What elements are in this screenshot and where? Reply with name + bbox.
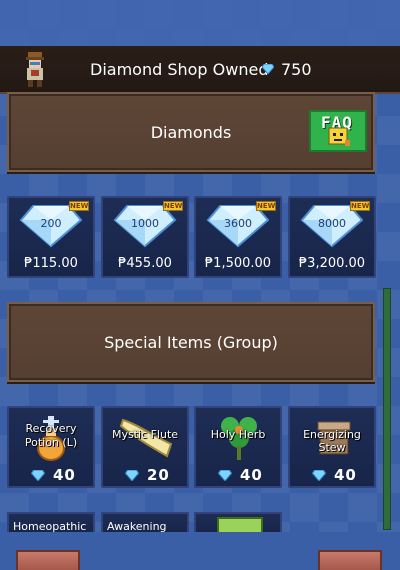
background-strip bbox=[0, 0, 400, 46]
scroll-item-icon bbox=[217, 517, 263, 532]
item-name: Mystic Flute bbox=[111, 428, 179, 441]
item-cost-value: 40 bbox=[334, 466, 357, 484]
item-name: Recovery Potion (L) bbox=[24, 422, 78, 449]
nav-right-button[interactable] bbox=[318, 550, 382, 570]
diamond-icon bbox=[312, 469, 326, 481]
diamonds-section-title: Diamonds bbox=[150, 122, 232, 142]
diamond-icon bbox=[262, 64, 274, 74]
faq-button[interactable]: FAQ bbox=[309, 110, 367, 152]
special-item-card[interactable]: Recovery Potion (L) 40 bbox=[7, 406, 95, 488]
diamond-pack-card[interactable]: 8000 NEW ₱3,200.00 bbox=[288, 196, 376, 278]
nav-left-button[interactable] bbox=[16, 550, 80, 570]
special-item-card[interactable]: Mystic Flute 20 bbox=[101, 406, 189, 488]
item-cost: 40 bbox=[312, 466, 357, 484]
shop-header: Diamond Shop Owned 750 bbox=[0, 46, 400, 94]
item-name: Holy Herb bbox=[210, 428, 266, 441]
special-items-section-title: Special Items (Group) bbox=[104, 332, 278, 352]
item-name: Awakening bbox=[107, 520, 167, 532]
item-cost-value: 20 bbox=[147, 466, 170, 484]
pack-amount: 8000 bbox=[318, 217, 346, 230]
player-avatar bbox=[26, 52, 44, 87]
diamond-pack-card[interactable]: 3600 NEW ₱1,500.00 bbox=[194, 196, 282, 278]
pack-price: ₱455.00 bbox=[118, 256, 172, 271]
pack-amount: 3600 bbox=[224, 217, 252, 230]
item-cost-value: 40 bbox=[53, 466, 76, 484]
diamond-pack-card[interactable]: 1000 NEW ₱455.00 bbox=[101, 196, 189, 278]
shop-title: Diamond Shop Owned bbox=[90, 60, 269, 79]
special-item-card[interactable]: Homeopathic bbox=[7, 512, 95, 532]
new-badge: NEW bbox=[256, 201, 276, 211]
scrollbar[interactable] bbox=[383, 288, 391, 530]
pack-amount: 200 bbox=[40, 217, 62, 230]
pack-price: ₱1,500.00 bbox=[204, 256, 272, 271]
special-item-card[interactable]: Holy Herb 40 bbox=[194, 406, 282, 488]
special-items-section-header: Special Items (Group) bbox=[7, 302, 375, 382]
diamond-pack-card[interactable]: 200 NEW ₱115.00 bbox=[7, 196, 95, 278]
pack-price: ₱3,200.00 bbox=[298, 256, 366, 271]
new-badge: NEW bbox=[163, 201, 183, 211]
pack-price: ₱115.00 bbox=[24, 256, 78, 271]
special-item-card[interactable]: Energizing Stew 40 bbox=[288, 406, 376, 488]
item-name: Homeopathic bbox=[13, 520, 87, 532]
diamond-balance: 750 bbox=[281, 60, 312, 79]
item-cost: 40 bbox=[218, 466, 263, 484]
item-cost: 40 bbox=[31, 466, 76, 484]
item-cost: 20 bbox=[125, 466, 170, 484]
diamond-icon bbox=[31, 469, 45, 481]
new-badge: NEW bbox=[350, 201, 370, 211]
special-item-card[interactable] bbox=[194, 512, 282, 532]
new-badge: NEW bbox=[69, 201, 89, 211]
diamond-icon bbox=[125, 469, 139, 481]
item-name: Energizing Stew bbox=[303, 428, 361, 454]
diamonds-section-header: Diamonds FAQ bbox=[7, 92, 375, 172]
item-cost-value: 40 bbox=[240, 466, 263, 484]
faq-icon bbox=[328, 127, 350, 146]
pack-amount: 1000 bbox=[131, 217, 159, 230]
diamond-icon bbox=[218, 469, 232, 481]
special-item-card[interactable]: Awakening bbox=[101, 512, 189, 532]
